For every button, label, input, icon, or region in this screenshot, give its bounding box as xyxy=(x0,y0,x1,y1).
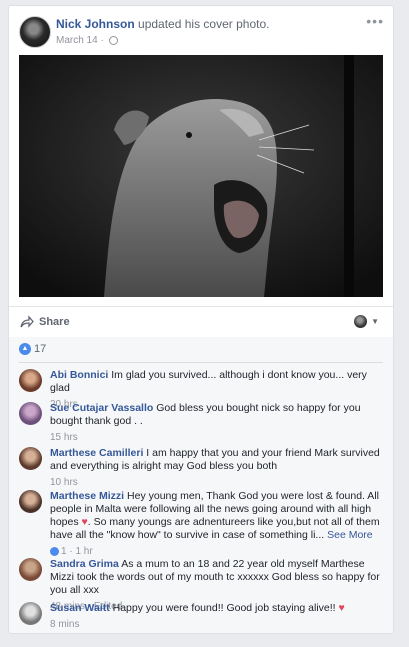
comment-text: Happy you were found!! Good job staying … xyxy=(112,602,336,614)
reaction-count[interactable]: 1 xyxy=(61,546,67,557)
commenter-name[interactable]: Sandra Grima xyxy=(50,558,119,570)
commenter-name[interactable]: Marthese Camilleri xyxy=(50,447,143,459)
divider xyxy=(19,362,383,363)
commenter-avatar[interactable] xyxy=(19,602,42,625)
commenter-avatar[interactable] xyxy=(19,558,42,581)
commenter-name[interactable]: Susan Waitt xyxy=(50,602,110,614)
share-icon[interactable] xyxy=(20,315,34,329)
meta-separator: · xyxy=(100,35,104,46)
commenter-avatar[interactable] xyxy=(19,369,42,392)
share-bar: Share ▼ xyxy=(9,306,393,338)
comment-time[interactable]: 15 hrs xyxy=(50,431,380,444)
viewer-avatar[interactable] xyxy=(354,315,367,328)
commenter-name[interactable]: Sue Cutajar Vassallo xyxy=(50,402,153,414)
heart-icon: ♥ xyxy=(338,602,345,614)
cover-photo[interactable] xyxy=(19,55,383,297)
author-name[interactable]: Nick Johnson xyxy=(56,17,135,31)
see-more-link[interactable]: See More xyxy=(327,529,373,541)
share-button[interactable]: Share xyxy=(39,316,70,328)
commenter-name[interactable]: Abi Bonnici xyxy=(50,369,108,381)
likes-count: 17 xyxy=(34,343,47,355)
post-action: updated his cover photo. xyxy=(138,17,270,31)
like-reaction-icon[interactable] xyxy=(50,546,59,556)
commenter-name[interactable]: Marthese Mizzi xyxy=(50,490,124,502)
likes-summary[interactable]: ▲ 17 xyxy=(19,343,47,356)
commenter-avatar[interactable] xyxy=(19,447,42,470)
comment-time[interactable]: 1 hr xyxy=(75,546,92,557)
like-icon: ▲ xyxy=(19,343,31,356)
author-avatar[interactable] xyxy=(19,16,51,48)
post-header: Nick Johnson updated his cover photo. xyxy=(56,17,269,31)
post-card: Nick Johnson updated his cover photo. Ma… xyxy=(8,5,394,634)
lioness-image xyxy=(19,55,383,297)
commenter-avatar[interactable] xyxy=(19,490,42,513)
comment-time[interactable]: 8 mins xyxy=(50,618,380,631)
globe-icon xyxy=(108,35,118,45)
post-date[interactable]: March 14 xyxy=(56,35,98,46)
post-meta: March 14 · xyxy=(56,35,118,46)
more-options-icon[interactable]: ••• xyxy=(366,13,384,29)
comment-time-row: 1 · 1 hr xyxy=(50,545,380,558)
comment-time[interactable]: 10 hrs xyxy=(50,476,380,489)
caret-down-icon[interactable]: ▼ xyxy=(371,317,379,326)
commenter-avatar[interactable] xyxy=(19,402,42,425)
